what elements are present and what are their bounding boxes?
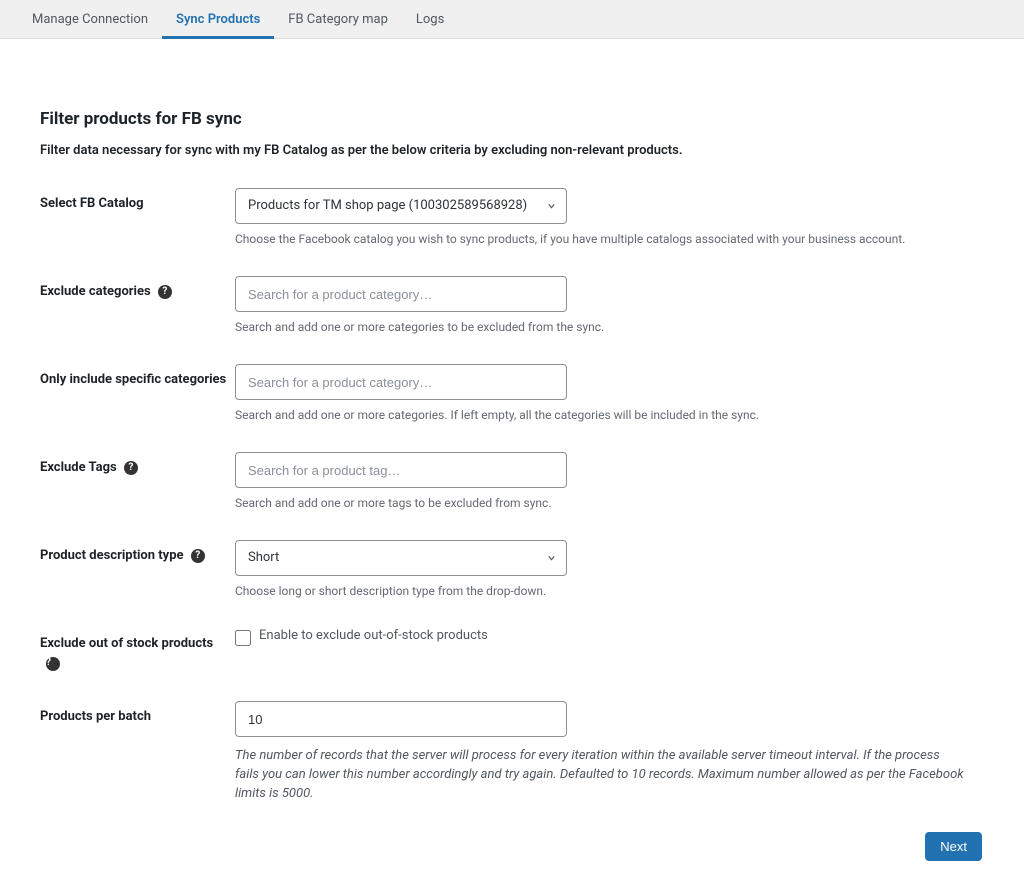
row-products-per-batch: Products per batch The number of records…: [40, 701, 984, 804]
help-icon[interactable]: ?: [46, 657, 60, 671]
input-exclude-categories[interactable]: [235, 276, 567, 312]
row-exclude-categories: Exclude categories ? Search and add one …: [40, 276, 984, 334]
page-subtitle: Filter data necessary for sync with my F…: [40, 143, 984, 158]
row-exclude-tags: Exclude Tags ? Search and add one or mor…: [40, 452, 984, 510]
input-exclude-tags[interactable]: [235, 452, 567, 488]
row-include-categories: Only include specific categories Search …: [40, 364, 984, 422]
label-include-categories: Only include specific categories: [40, 364, 235, 387]
tab-manage-connection[interactable]: Manage Connection: [18, 2, 162, 39]
label-exclude-oos: Exclude out of stock products: [40, 636, 213, 651]
tab-sync-products[interactable]: Sync Products: [162, 2, 274, 39]
help-products-per-batch: The number of records that the server wi…: [235, 747, 965, 804]
tab-fb-category-map[interactable]: FB Category map: [274, 2, 402, 39]
label-exclude-tags: Exclude Tags: [40, 460, 117, 475]
checkbox-exclude-oos-label: Enable to exclude out-of-stock products: [259, 628, 488, 643]
help-description-type: Choose long or short description type fr…: [235, 584, 965, 598]
label-description-type: Product description type: [40, 548, 184, 563]
help-include-categories: Search and add one or more categories. I…: [235, 408, 965, 422]
help-exclude-categories: Search and add one or more categories to…: [235, 320, 965, 334]
help-select-catalog: Choose the Facebook catalog you wish to …: [235, 232, 965, 246]
label-exclude-categories: Exclude categories: [40, 284, 151, 299]
select-description-type[interactable]: Short: [235, 540, 567, 576]
footer: Next: [40, 832, 984, 861]
page-title: Filter products for FB sync: [40, 109, 984, 129]
help-exclude-tags: Search and add one or more tags to be ex…: [235, 496, 965, 510]
label-select-catalog: Select FB Catalog: [40, 188, 235, 211]
label-products-per-batch: Products per batch: [40, 701, 235, 724]
row-exclude-oos: Exclude out of stock products ? Enable t…: [40, 628, 984, 671]
help-icon[interactable]: ?: [191, 549, 205, 563]
help-icon[interactable]: ?: [158, 285, 172, 299]
input-products-per-batch[interactable]: [235, 701, 567, 737]
tab-bar: Manage Connection Sync Products FB Categ…: [0, 0, 1024, 39]
select-fb-catalog[interactable]: Products for TM shop page (1003025895689…: [235, 188, 567, 224]
row-select-catalog: Select FB Catalog Products for TM shop p…: [40, 188, 984, 246]
checkbox-exclude-oos[interactable]: [235, 630, 251, 646]
next-button[interactable]: Next: [925, 832, 982, 861]
help-icon[interactable]: ?: [124, 461, 138, 475]
input-include-categories[interactable]: [235, 364, 567, 400]
row-description-type: Product description type ? Short Choose …: [40, 540, 984, 598]
tab-logs[interactable]: Logs: [402, 2, 458, 39]
page-body: Filter products for FB sync Filter data …: [0, 39, 1024, 891]
